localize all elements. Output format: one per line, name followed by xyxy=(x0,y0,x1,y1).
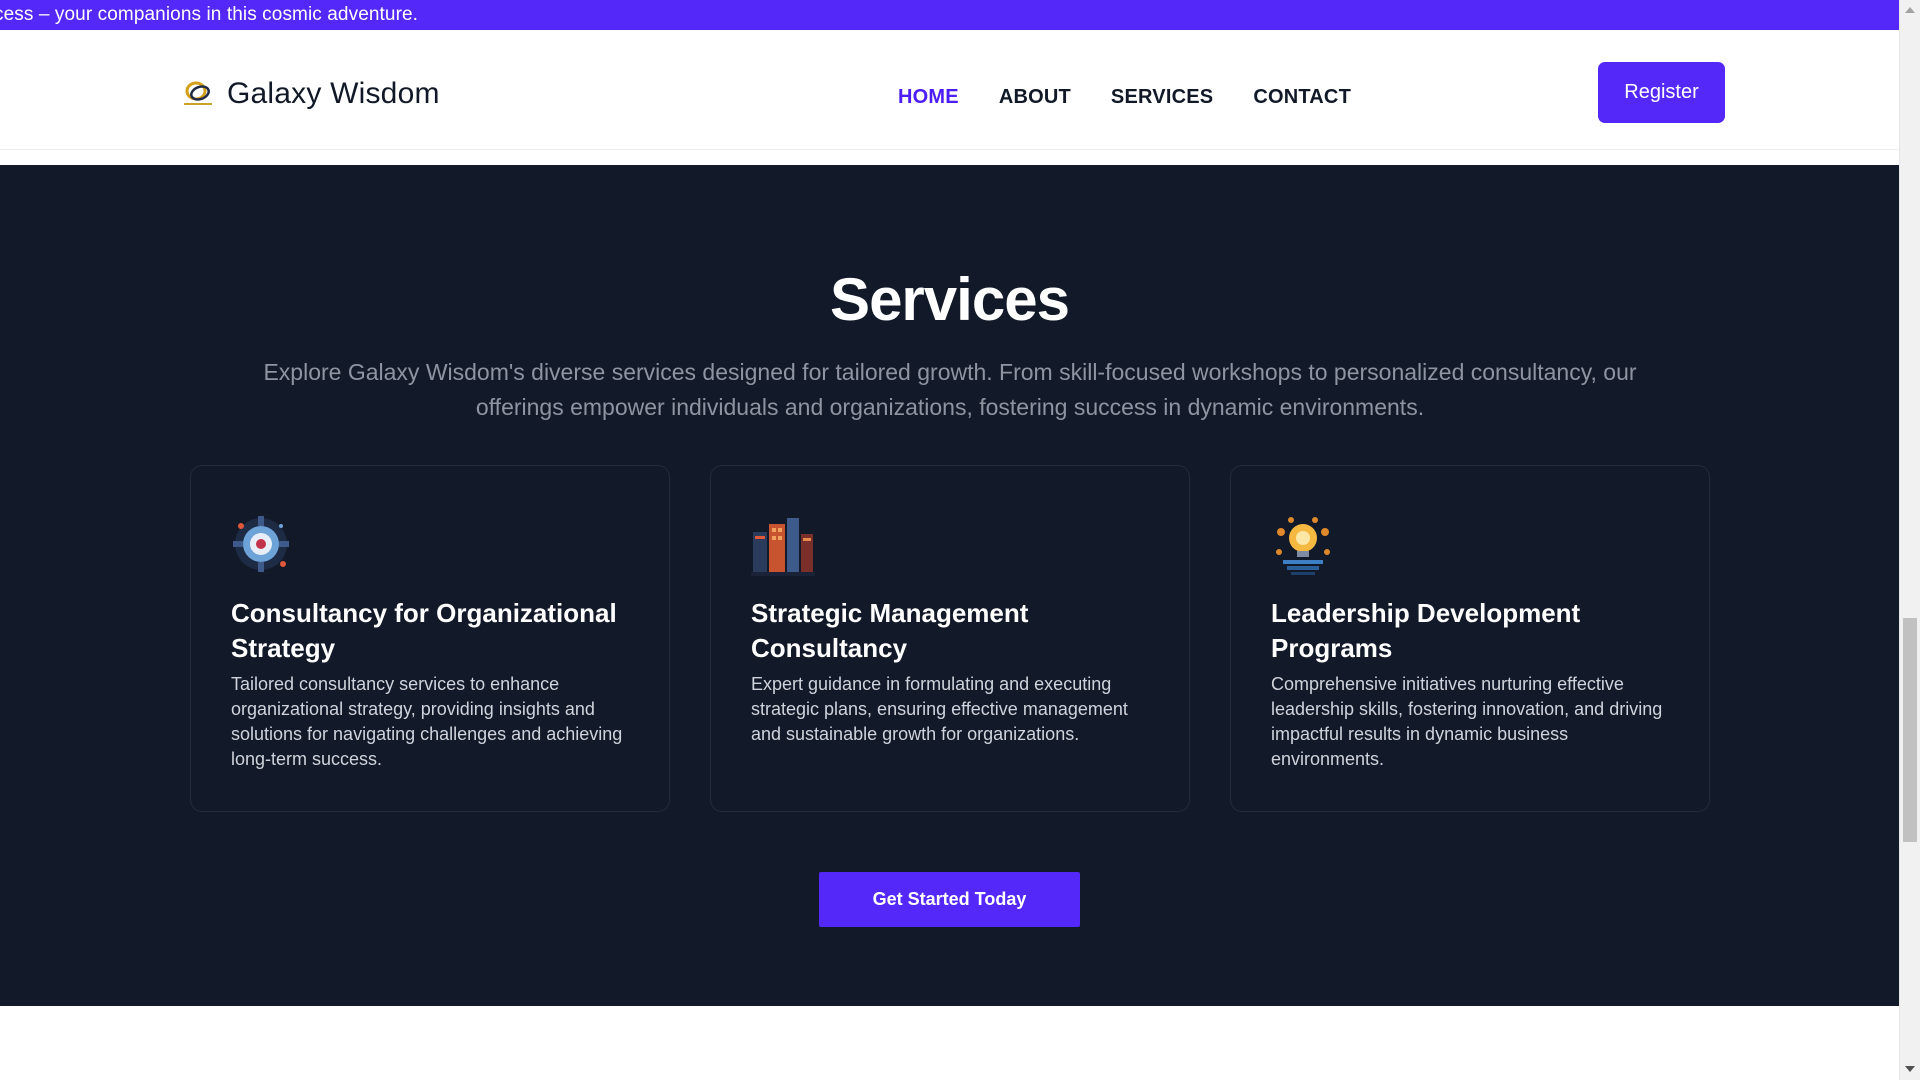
service-card-text: Tailored consultancy services to enhance… xyxy=(231,674,623,769)
brand[interactable]: Galaxy Wisdom xyxy=(181,74,440,114)
service-card-title: Consultancy for Organizational Strategy xyxy=(231,598,617,663)
service-card-title: Strategic Management Consultancy xyxy=(751,598,1029,663)
nav-contact[interactable]: CONTACT xyxy=(1253,86,1351,109)
service-card-organizational-strategy[interactable]: Consultancy for Organizational Strategy … xyxy=(190,465,670,812)
service-card-text: Comprehensive initiatives nurturing effe… xyxy=(1271,674,1663,769)
brand-name: Galaxy Wisdom xyxy=(227,77,440,110)
announcement-text: cess – your companions in this cosmic ad… xyxy=(0,4,419,25)
get-started-button[interactable]: Get Started Today xyxy=(819,872,1080,927)
nav-services[interactable]: SERVICES xyxy=(1111,86,1213,109)
site-header: Galaxy Wisdom HOME ABOUT SERVICES CONTAC… xyxy=(0,30,1899,150)
leadership-lightbulb-icon xyxy=(1276,517,1330,575)
management-buildings-icon xyxy=(751,518,815,576)
announcement-bar: cess – your companions in this cosmic ad… xyxy=(0,0,1899,30)
service-card-title: Leadership Development Programs xyxy=(1271,598,1581,663)
register-button[interactable]: Register xyxy=(1598,62,1725,123)
scroll-up-arrow-icon[interactable] xyxy=(1905,7,1915,13)
service-card-strategic-management[interactable]: Strategic Management Consultancy Expert … xyxy=(710,465,1190,812)
vertical-scrollbar[interactable] xyxy=(1899,0,1920,1080)
scroll-down-arrow-icon[interactable] xyxy=(1905,1066,1915,1072)
services-description: Explore Galaxy Wisdom's diverse services… xyxy=(263,359,1637,420)
nav-about[interactable]: ABOUT xyxy=(999,86,1071,109)
main-nav: HOME ABOUT SERVICES CONTACT xyxy=(898,82,1391,112)
galaxy-wisdom-logo-icon xyxy=(184,81,212,105)
services-section: Services Explore Galaxy Wisdom's diverse… xyxy=(0,165,1899,1006)
service-card-text: Expert guidance in formulating and execu… xyxy=(751,674,1128,744)
nav-home[interactable]: HOME xyxy=(898,86,959,109)
service-card-leadership-development[interactable]: Leadership Development Programs Comprehe… xyxy=(1230,465,1710,812)
strategy-gear-icon xyxy=(233,516,289,572)
page: cess – your companions in this cosmic ad… xyxy=(0,0,1899,1080)
scrollbar-thumb[interactable] xyxy=(1903,618,1917,842)
services-title: Services xyxy=(830,266,1070,333)
